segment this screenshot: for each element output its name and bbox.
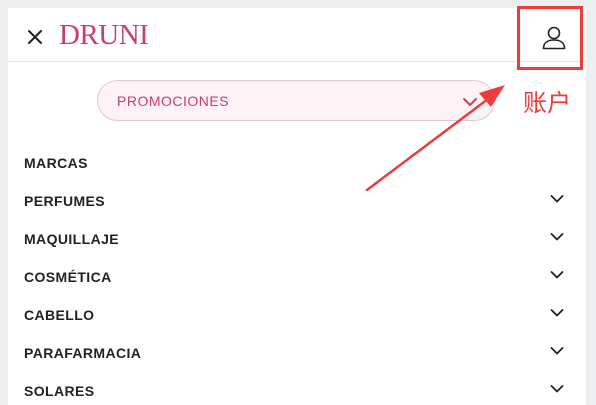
chevron-down-icon bbox=[550, 347, 564, 355]
close-button[interactable] bbox=[24, 26, 46, 48]
navigation-drawer: DRUNI PROMOCIONES MARCAS PERFUMES MAQUIL… bbox=[8, 8, 586, 405]
menu-item-maquillaje[interactable]: MAQUILLAJE bbox=[24, 227, 570, 251]
chevron-down-icon bbox=[550, 385, 564, 393]
menu-item-label: COSMÉTICA bbox=[24, 269, 112, 285]
promotions-label: PROMOCIONES bbox=[117, 93, 230, 109]
chevron-down-icon bbox=[550, 195, 564, 203]
menu-item-marcas[interactable]: MARCAS bbox=[24, 151, 570, 175]
chevron-down-icon bbox=[550, 233, 564, 241]
menu-item-perfumes[interactable]: PERFUMES bbox=[24, 189, 570, 213]
menu-item-label: MAQUILLAJE bbox=[24, 231, 119, 247]
annotation-label: 账户 bbox=[523, 89, 571, 117]
drawer-header: DRUNI bbox=[8, 8, 586, 62]
promotions-dropdown[interactable]: PROMOCIONES bbox=[97, 80, 495, 121]
menu-item-label: PARAFARMACIA bbox=[24, 345, 142, 361]
menu-item-label: PERFUMES bbox=[24, 193, 105, 209]
menu-item-cosmetica[interactable]: COSMÉTICA bbox=[24, 265, 570, 289]
chevron-down-icon bbox=[550, 271, 564, 279]
close-icon bbox=[28, 30, 42, 44]
menu-item-label: SOLARES bbox=[24, 383, 95, 399]
menu-item-label: CABELLO bbox=[24, 307, 95, 323]
menu-item-cabello[interactable]: CABELLO bbox=[24, 303, 570, 327]
annotation-highlight-box bbox=[517, 6, 583, 70]
chevron-down-icon bbox=[463, 98, 477, 106]
menu-item-label: MARCAS bbox=[24, 155, 88, 171]
menu-item-parafarmacia[interactable]: PARAFARMACIA bbox=[24, 341, 570, 365]
menu-item-solares[interactable]: SOLARES bbox=[24, 379, 570, 403]
druni-logo[interactable]: DRUNI bbox=[59, 18, 149, 52]
chevron-down-icon bbox=[550, 309, 564, 317]
